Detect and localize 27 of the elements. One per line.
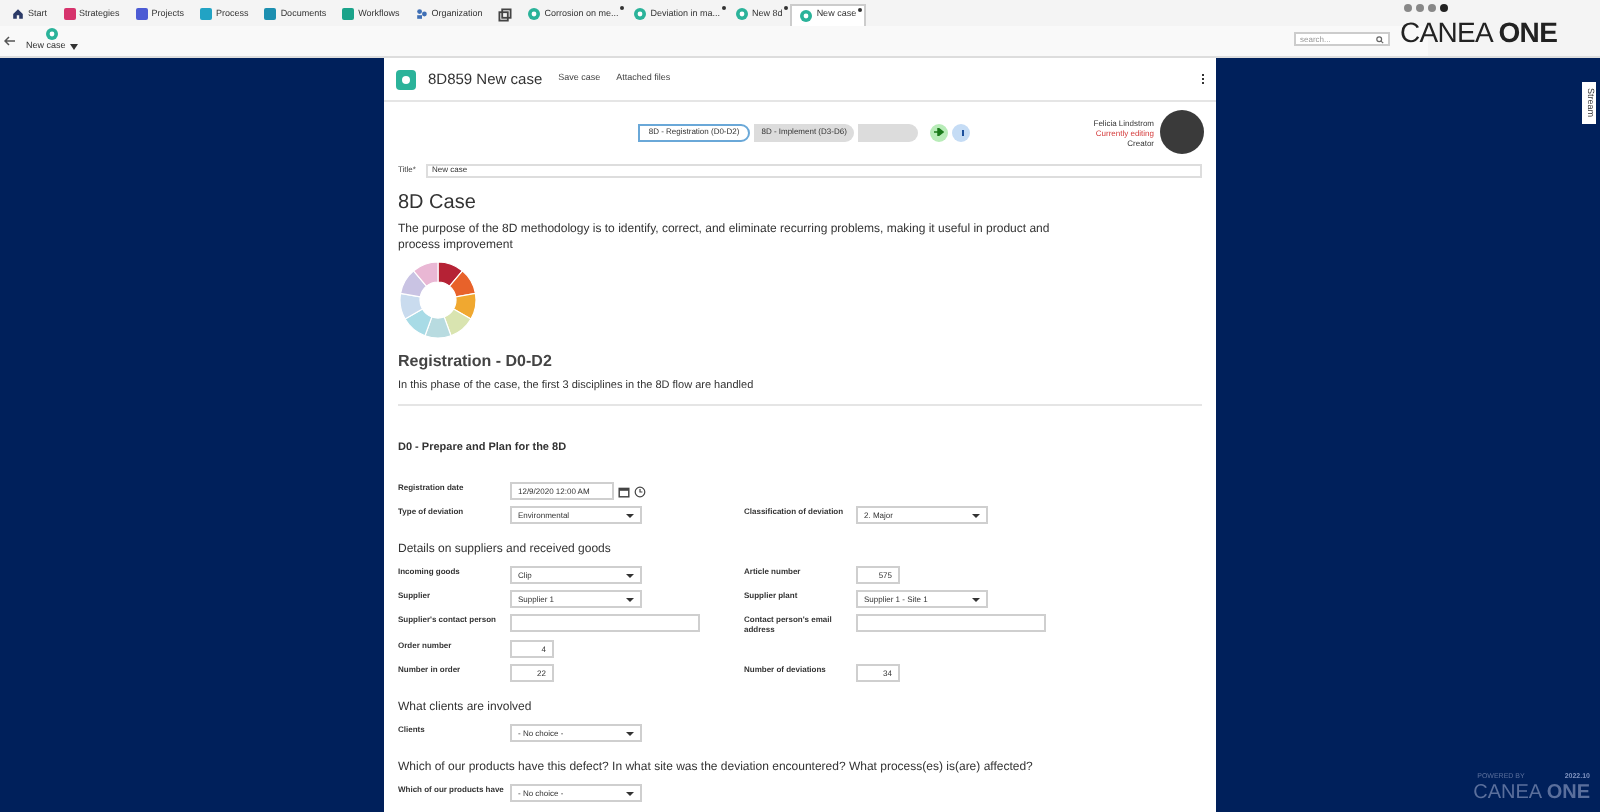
caret-icon [626, 573, 634, 578]
close-icon[interactable] [858, 7, 863, 12]
case-icon [396, 69, 416, 89]
caret-icon [626, 731, 634, 736]
back-arrow-icon[interactable] [4, 35, 16, 46]
search-icon [1376, 35, 1384, 43]
brand-logo: CANEA ONE [1400, 14, 1558, 52]
caret-icon [972, 513, 980, 518]
skip-button[interactable] [952, 123, 971, 141]
caret-icon [626, 513, 634, 518]
caret-icon [626, 791, 634, 796]
text-field[interactable] [856, 614, 1046, 633]
clock-icon[interactable] [634, 485, 646, 498]
text-field[interactable] [510, 614, 700, 633]
section-heading: 8D Case [398, 190, 478, 218]
caret-icon [626, 597, 634, 602]
close-icon[interactable] [620, 5, 625, 10]
calendar-icon[interactable] [618, 485, 630, 498]
caret-icon [972, 597, 980, 602]
next-phase-button[interactable] [930, 123, 949, 141]
footer-logo: CANEA ONE [1473, 782, 1590, 804]
close-icon[interactable] [722, 5, 727, 10]
caret-icon [69, 43, 78, 50]
close-icon[interactable] [784, 5, 789, 10]
phase-heading: Registration - D0-D2 [398, 350, 554, 374]
avatar [1160, 110, 1204, 154]
cycle-diagram-drawing [398, 260, 482, 344]
